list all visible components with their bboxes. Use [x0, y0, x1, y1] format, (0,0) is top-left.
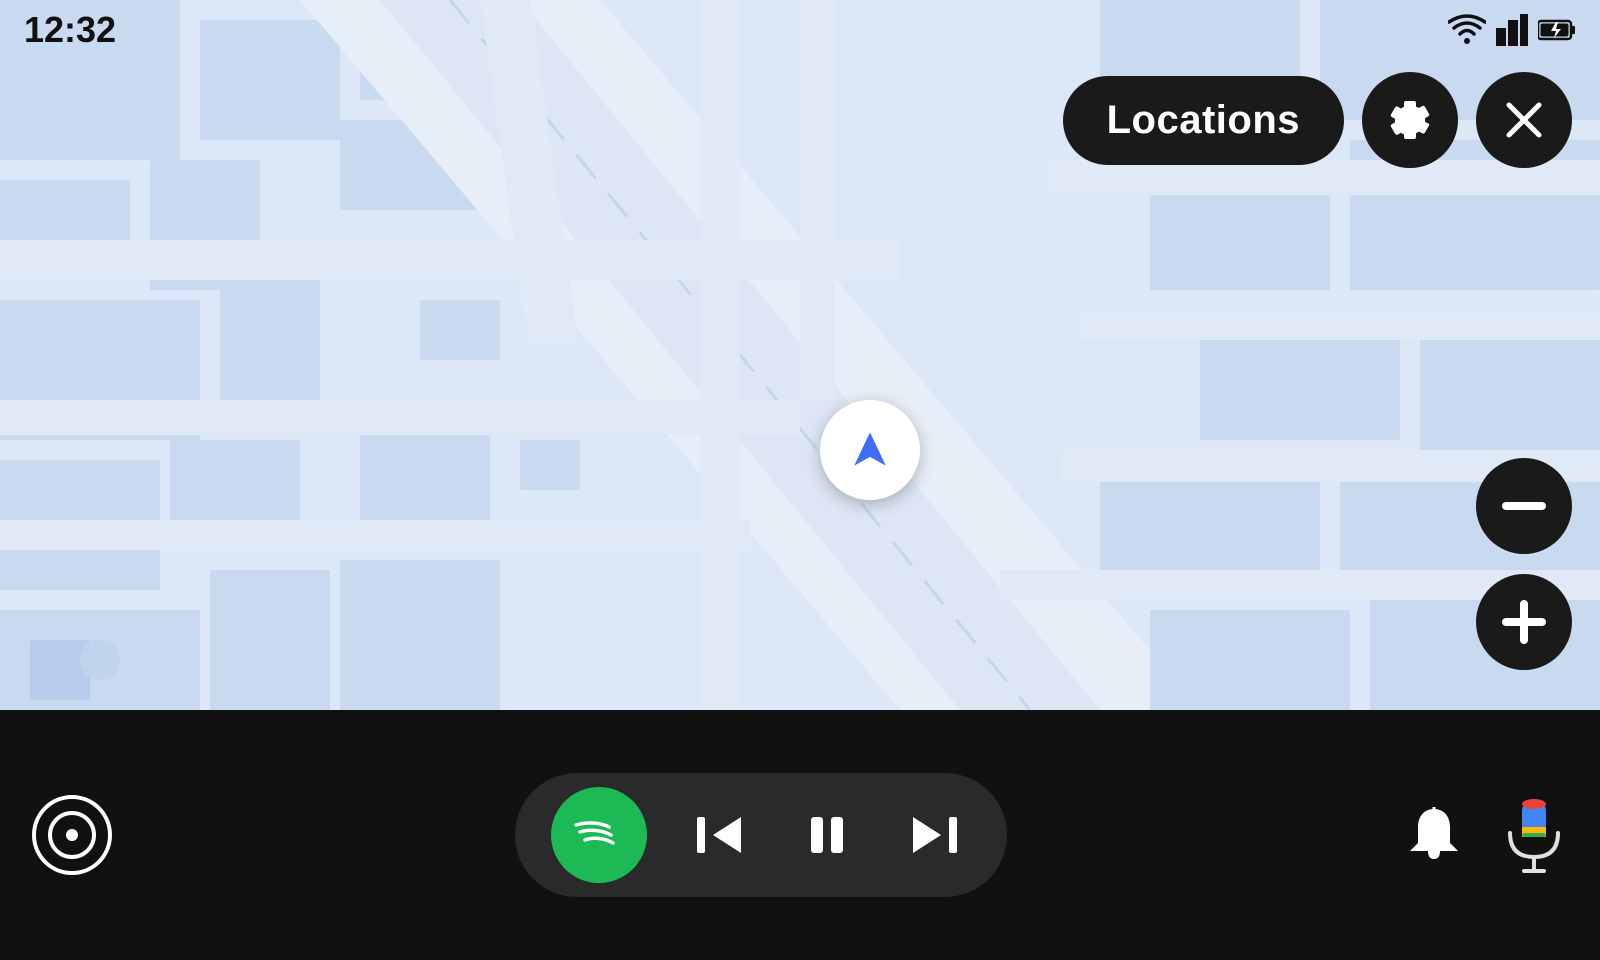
app: 12:32 [0, 0, 1600, 960]
time-display: 12:32 [24, 9, 116, 51]
pause-icon [801, 809, 853, 861]
previous-track-button[interactable] [683, 799, 755, 871]
wifi-icon [1448, 14, 1486, 46]
status-bar: 12:32 [0, 0, 1600, 60]
signal-icon [1496, 14, 1528, 46]
map-area: 12:32 [0, 0, 1600, 710]
settings-button[interactable] [1362, 72, 1458, 168]
zoom-out-button[interactable] [1476, 458, 1572, 554]
locations-button[interactable]: Locations [1063, 76, 1344, 165]
mic-icon [1500, 795, 1568, 875]
plus-icon [1502, 600, 1546, 644]
right-controls [1400, 795, 1568, 875]
bell-icon [1400, 801, 1468, 869]
bottom-bar [0, 710, 1600, 960]
battery-icon [1538, 18, 1576, 42]
media-controls [122, 773, 1400, 897]
gear-icon [1384, 94, 1436, 146]
spotify-button[interactable] [551, 787, 647, 883]
prev-icon [693, 809, 745, 861]
minus-icon [1502, 502, 1546, 510]
home-button[interactable] [32, 795, 112, 875]
status-icons [1448, 14, 1576, 46]
zoom-in-button[interactable] [1476, 574, 1572, 670]
spotify-icon [569, 805, 629, 865]
next-icon [909, 809, 961, 861]
pause-button[interactable] [791, 799, 863, 871]
notifications-button[interactable] [1400, 801, 1468, 869]
media-pill [515, 773, 1007, 897]
microphone-button[interactable] [1500, 795, 1568, 875]
navigation-arrow-icon [842, 422, 898, 478]
zoom-controls [1476, 458, 1572, 670]
home-circle-icon [48, 811, 96, 859]
navigation-marker [820, 400, 920, 500]
close-icon [1499, 95, 1549, 145]
close-button[interactable] [1476, 72, 1572, 168]
next-track-button[interactable] [899, 799, 971, 871]
top-buttons: Locations [1063, 72, 1572, 168]
